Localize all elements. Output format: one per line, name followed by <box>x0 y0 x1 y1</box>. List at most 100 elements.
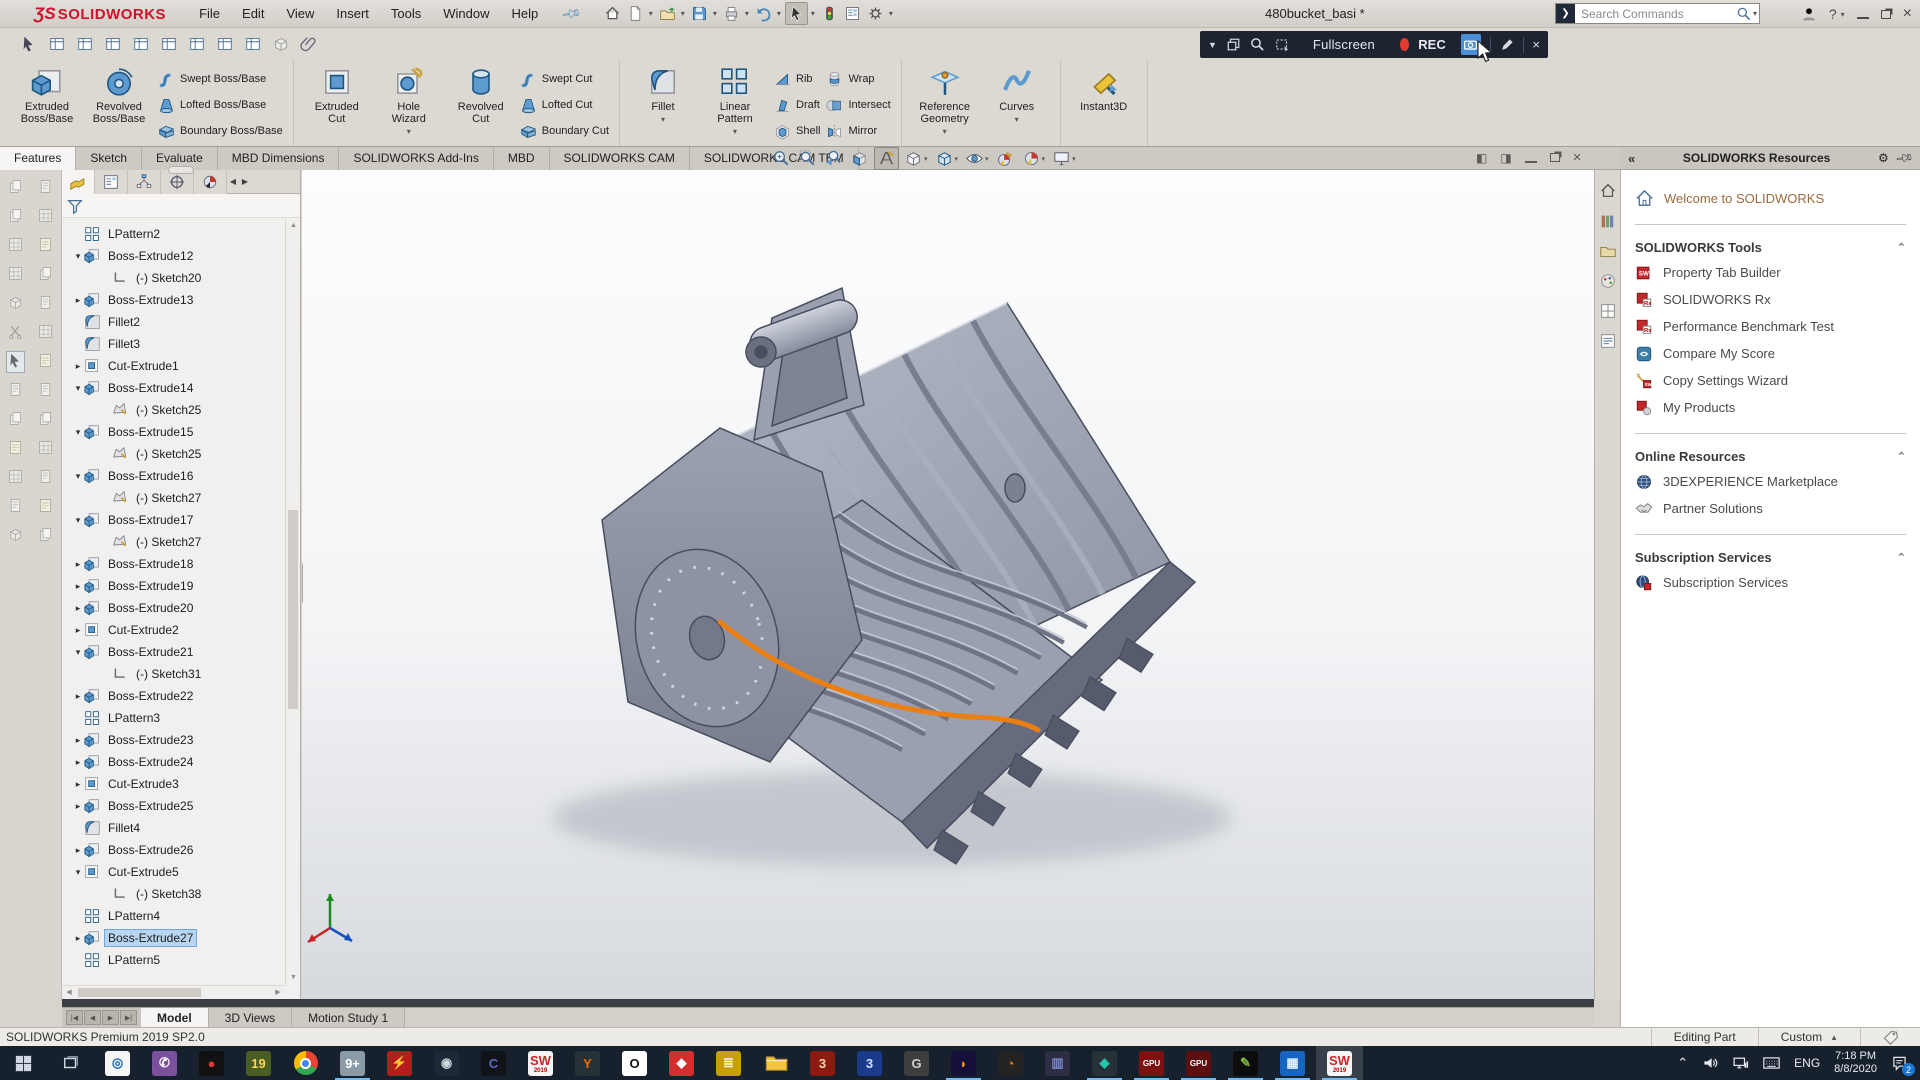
tab-mbd-dimensions[interactable]: MBD Dimensions <box>218 147 340 170</box>
doc-close-button[interactable]: × <box>1573 149 1582 166</box>
left-toolbar-icon[interactable] <box>7 526 24 546</box>
aida64[interactable]: ⚡ <box>376 1046 423 1080</box>
tree-item[interactable]: ▸Boss-Extrude24 <box>62 751 285 773</box>
chrome[interactable] <box>282 1046 329 1080</box>
left-toolbar-icon[interactable] <box>37 178 54 198</box>
gpu-tweak[interactable]: GPU <box>1128 1046 1175 1080</box>
print-button[interactable] <box>721 3 742 24</box>
welcome-row[interactable]: Welcome to SOLIDWORKS <box>1635 184 1906 212</box>
tree-item[interactable]: (-) Sketch31 <box>62 663 285 685</box>
scroll-thumb[interactable] <box>288 510 298 709</box>
rec-pencil-icon[interactable] <box>1500 38 1514 52</box>
task-pane-link[interactable]: Partner Solutions <box>1635 495 1906 522</box>
steam[interactable]: ◉ <box>423 1046 470 1080</box>
display-style-button[interactable]: ▾ <box>902 148 930 169</box>
extrude-boss-button[interactable]: Extruded Boss/Base <box>14 64 80 125</box>
tree-item[interactable]: ▸Boss-Extrude22 <box>62 685 285 707</box>
left-toolbar-icon[interactable] <box>37 352 54 372</box>
gear-caret-icon[interactable]: ▾ <box>889 9 893 18</box>
dropdown-caret-icon[interactable]: ▾ <box>661 115 665 124</box>
left-toolbar-icon[interactable] <box>37 265 54 285</box>
tree-item[interactable]: (-) Sketch38 <box>62 883 285 905</box>
doc-tab-model[interactable]: Model <box>141 1008 209 1027</box>
apply-scene-button[interactable]: ▾ <box>1020 148 1048 169</box>
tab-mbd[interactable]: MBD <box>494 147 550 170</box>
welcome-link[interactable]: Welcome to SOLIDWORKS <box>1664 191 1824 206</box>
language-indicator[interactable]: ENG <box>1794 1056 1820 1070</box>
rib-button[interactable]: Rib <box>774 70 820 88</box>
toolbar-icon[interactable] <box>186 33 208 55</box>
tree-item[interactable]: ▾Boss-Extrude12 <box>62 245 285 267</box>
messages-9plus[interactable]: 9+ <box>329 1046 376 1080</box>
open-button[interactable] <box>657 3 678 24</box>
tree-expand-icon[interactable]: ▸ <box>72 801 84 812</box>
collapse-chevron-icon[interactable]: ⌃ <box>1897 241 1906 254</box>
tray-chevron-icon[interactable]: ⌃ <box>1677 1055 1688 1071</box>
tree-item[interactable]: ▸Boss-Extrude23 <box>62 729 285 751</box>
section-view-button[interactable] <box>848 148 871 169</box>
tree-item[interactable]: (-) Sketch25 <box>62 443 285 465</box>
tree-expand-icon[interactable]: ▸ <box>72 295 84 306</box>
save-button[interactable] <box>689 3 710 24</box>
tree-item[interactable]: ▸Cut-Extrude1 <box>62 355 285 377</box>
select-caret-icon[interactable]: ▾ <box>811 9 815 18</box>
task-pane-collapse-button[interactable]: « <box>1628 151 1635 166</box>
network-icon[interactable] <box>1732 1055 1749 1071</box>
left-toolbar-icon[interactable] <box>37 236 54 256</box>
obsidian-app[interactable]: O <box>611 1046 658 1080</box>
search-commands-box[interactable]: ❯ Search Commands ▾ <box>1555 3 1760 24</box>
task-pane-link[interactable]: RxPerformance Benchmark Test <box>1635 313 1906 340</box>
left-toolbar-icon[interactable] <box>7 207 24 227</box>
touch-keyboard-icon[interactable] <box>1763 1056 1780 1070</box>
left-toolbar-icon[interactable] <box>7 265 24 285</box>
help-button[interactable]: ? <box>1829 6 1837 22</box>
boundary-button[interactable]: Boundary Cut <box>520 122 609 140</box>
restore-button[interactable] <box>1881 10 1891 19</box>
tree-item[interactable]: ▸Cut-Extrude3 <box>62 773 285 795</box>
graphics-viewport[interactable] <box>302 170 1594 999</box>
revolve-boss-button[interactable]: Revolved Boss/Base <box>86 64 152 125</box>
dropdown-caret-icon[interactable]: ▾ <box>1042 155 1046 163</box>
save-caret-icon[interactable]: ▾ <box>713 9 717 18</box>
dropdown-caret-icon[interactable]: ▾ <box>733 127 737 136</box>
toolbar-icon[interactable] <box>298 33 320 55</box>
scroll-up-icon[interactable]: ▲ <box>286 219 301 233</box>
shell-button[interactable]: Shell <box>774 122 820 140</box>
pin-menu-icon[interactable]: 📌︎ <box>560 2 583 25</box>
new-doc-caret-icon[interactable]: ▾ <box>649 9 653 18</box>
tree-item[interactable]: ▸Boss-Extrude27 <box>62 927 285 949</box>
undo-button[interactable] <box>753 3 774 24</box>
blue-3-app[interactable]: 3 <box>846 1046 893 1080</box>
3ds-max[interactable]: 3 <box>799 1046 846 1080</box>
tree-item[interactable]: (-) Sketch27 <box>62 487 285 509</box>
tree-item[interactable]: ▾Boss-Extrude21 <box>62 641 285 663</box>
viber[interactable]: ✆ <box>141 1046 188 1080</box>
task-pane-tab-home[interactable] <box>1597 180 1619 202</box>
tree-expand-icon[interactable]: ▸ <box>72 779 84 790</box>
section-header[interactable]: SOLIDWORKS Tools⌃ <box>1635 235 1906 259</box>
last-tab-button[interactable]: ▶| <box>120 1010 137 1025</box>
zoom-area-button[interactable] <box>796 148 819 169</box>
toolbar-icon[interactable] <box>18 33 40 55</box>
fullscreen-button[interactable]: Fullscreen <box>1313 37 1375 52</box>
menu-edit[interactable]: Edit <box>231 1 275 26</box>
left-toolbar-icon[interactable] <box>37 497 54 517</box>
task-pane-tab-props[interactable] <box>1597 330 1619 352</box>
rec-close-icon[interactable]: × <box>1532 37 1540 52</box>
doc-restore-button[interactable] <box>1550 153 1560 162</box>
panel-splitter-handle[interactable] <box>302 562 303 604</box>
trocen-app[interactable]: ◎ <box>94 1046 141 1080</box>
tree-vertical-scrollbar[interactable]: ▲ ▼ <box>285 219 300 985</box>
tree-item[interactable]: LPattern3 <box>62 707 285 729</box>
swept-button[interactable]: Swept Boss/Base <box>158 70 283 88</box>
left-toolbar-icon[interactable] <box>37 323 54 343</box>
zoom-fit-button[interactable] <box>770 148 793 169</box>
tree-item[interactable]: (-) Sketch25 <box>62 399 285 421</box>
menu-insert[interactable]: Insert <box>325 1 380 26</box>
wrap-button[interactable]: Wrap <box>826 70 890 88</box>
feature-tab-pm-list[interactable] <box>95 170 128 194</box>
task-pane-link[interactable]: My Products <box>1635 394 1906 421</box>
loft-button[interactable]: Lofted Boss/Base <box>158 96 283 114</box>
tree-item[interactable]: Fillet3 <box>62 333 285 355</box>
dropdown-caret-icon[interactable]: ▾ <box>943 127 947 136</box>
